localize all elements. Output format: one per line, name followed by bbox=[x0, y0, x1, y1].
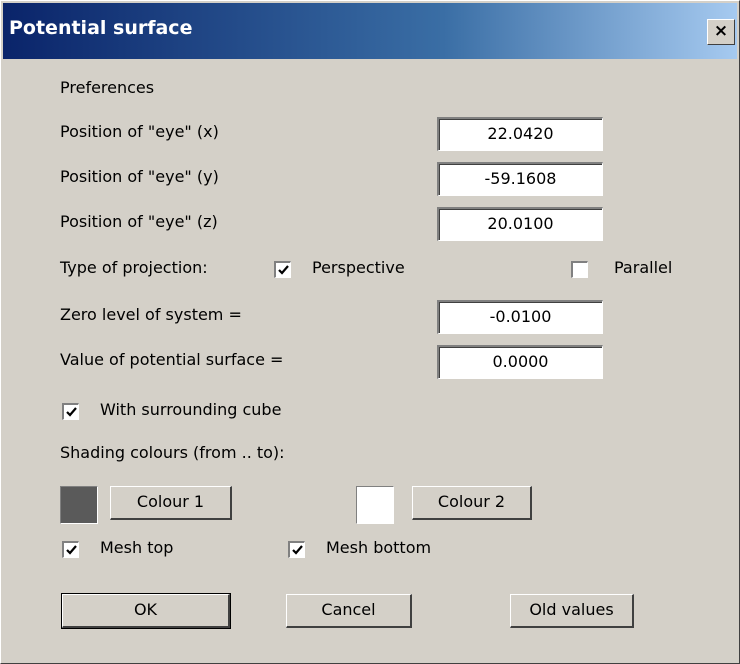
checkmark-icon bbox=[66, 407, 77, 417]
cancel-button[interactable]: Cancel bbox=[286, 594, 412, 628]
mesh-top-label[interactable]: Mesh top bbox=[100, 538, 173, 557]
eye-x-label: Position of "eye" (x) bbox=[60, 122, 219, 141]
shading-label: Shading colours (from .. to): bbox=[60, 443, 285, 462]
potential-value-field[interactable]: 0.0000 bbox=[437, 345, 603, 379]
potential-value-label: Value of potential surface = bbox=[60, 350, 284, 369]
mesh-top-checkbox[interactable] bbox=[62, 541, 79, 558]
checkmark-icon bbox=[292, 545, 303, 555]
perspective-checkbox[interactable] bbox=[274, 261, 291, 278]
preferences-heading: Preferences bbox=[60, 78, 155, 97]
dialog-title: Potential surface bbox=[9, 17, 193, 39]
eye-z-label: Position of "eye" (z) bbox=[60, 212, 218, 231]
perspective-label[interactable]: Perspective bbox=[312, 258, 405, 277]
eye-y-label: Position of "eye" (y) bbox=[60, 167, 219, 186]
close-icon: × bbox=[713, 21, 729, 41]
title-bar[interactable]: Potential surface × bbox=[3, 3, 737, 59]
close-button[interactable]: × bbox=[707, 19, 735, 45]
projection-label: Type of projection: bbox=[60, 258, 208, 277]
eye-y-field[interactable]: -59.1608 bbox=[437, 162, 603, 196]
checkmark-icon bbox=[66, 545, 77, 555]
parallel-checkbox[interactable] bbox=[571, 261, 588, 278]
parallel-label[interactable]: Parallel bbox=[614, 258, 672, 277]
old-values-button[interactable]: Old values bbox=[510, 594, 634, 628]
surrounding-cube-checkbox[interactable] bbox=[62, 403, 79, 420]
zero-level-label: Zero level of system = bbox=[60, 305, 242, 324]
eye-x-field[interactable]: 22.0420 bbox=[437, 117, 603, 151]
checkmark-icon bbox=[278, 265, 289, 275]
potential-surface-dialog: Potential surface × bbox=[0, 0, 740, 664]
surrounding-cube-label[interactable]: With surrounding cube bbox=[100, 400, 281, 419]
mesh-bottom-checkbox[interactable] bbox=[288, 541, 305, 558]
zero-level-field[interactable]: -0.0100 bbox=[437, 300, 603, 334]
mesh-bottom-label[interactable]: Mesh bottom bbox=[326, 538, 431, 557]
ok-button[interactable]: OK bbox=[61, 593, 231, 629]
eye-z-field[interactable]: 20.0100 bbox=[437, 207, 603, 241]
colour2-swatch bbox=[356, 486, 394, 524]
colour1-swatch bbox=[60, 486, 98, 524]
colour2-button[interactable]: Colour 2 bbox=[412, 486, 532, 520]
colour1-button[interactable]: Colour 1 bbox=[110, 486, 232, 520]
